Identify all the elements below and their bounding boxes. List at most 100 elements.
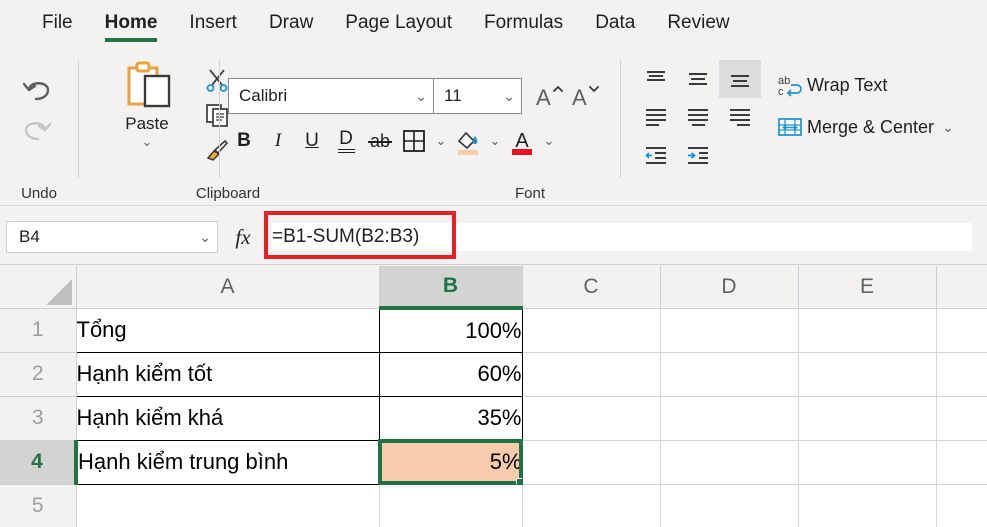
cell-b5[interactable] — [379, 484, 523, 527]
tab-home-label: Home — [104, 12, 158, 33]
fill-color-chevron-down-icon[interactable]: ⌄ — [486, 124, 504, 158]
clipboard-paste-icon — [99, 60, 195, 112]
wrap-text-button[interactable]: ab c Wrap Text — [773, 64, 954, 106]
cell-b4[interactable]: 5% — [378, 439, 523, 485]
cell-a1[interactable]: Tổng — [75, 307, 380, 353]
cell-c5[interactable] — [522, 484, 661, 527]
strikethrough-button[interactable]: ab — [364, 124, 396, 158]
tab-home[interactable]: Home — [89, 0, 174, 42]
row-header-3[interactable]: 3 — [0, 396, 77, 441]
cell-b1[interactable]: 100% — [378, 307, 523, 353]
tab-data[interactable]: Data — [579, 0, 651, 36]
merge-center-button[interactable]: Merge & Center ⌄ — [773, 106, 954, 148]
decrease-indent-button[interactable] — [635, 136, 677, 174]
font-color-button[interactable]: A — [506, 124, 538, 158]
cell-b2[interactable]: 60% — [378, 351, 523, 397]
cell-d2[interactable] — [660, 352, 799, 397]
table-row: 5 — [0, 484, 987, 527]
increase-font-size-button[interactable]: A — [530, 78, 566, 114]
select-all-corner[interactable] — [0, 266, 77, 309]
tab-draw-label: Draw — [268, 12, 314, 33]
fill-color-button[interactable] — [452, 124, 484, 158]
paste-chevron-down-icon[interactable]: ⌄ — [99, 135, 195, 148]
tab-page-layout-label: Page Layout — [345, 12, 452, 33]
cell-e3[interactable] — [798, 396, 937, 441]
cell-f5[interactable] — [936, 484, 987, 527]
row-header-2[interactable]: 2 — [0, 352, 77, 397]
cell-f3[interactable] — [936, 396, 987, 441]
font-size-input[interactable]: 11 ⌄ — [434, 78, 522, 114]
align-center-button[interactable] — [677, 98, 719, 136]
align-middle-icon — [684, 68, 712, 90]
increase-indent-button[interactable] — [677, 136, 719, 174]
borders-chevron-down-icon[interactable]: ⌄ — [432, 124, 450, 158]
cell-e5[interactable] — [798, 484, 937, 527]
cell-f1[interactable] — [936, 308, 987, 353]
bold-button[interactable]: B — [228, 124, 260, 158]
column-header-e[interactable]: E — [798, 266, 937, 309]
tab-review[interactable]: Review — [651, 0, 745, 36]
cell-e4[interactable] — [798, 440, 937, 485]
fill-handle[interactable] — [515, 477, 521, 483]
indent-row — [635, 136, 761, 174]
cell-d4[interactable] — [660, 440, 799, 485]
merge-center-chevron-down-icon[interactable]: ⌄ — [942, 119, 954, 136]
double-underline-rule — [337, 149, 355, 153]
name-box[interactable]: B4 ⌄ — [6, 221, 218, 253]
row-header-4[interactable]: 4 — [0, 440, 78, 485]
column-header-b[interactable]: B — [379, 266, 523, 310]
tab-insert[interactable]: Insert — [173, 0, 253, 36]
alignment-text-buttons: ab c Wrap Text Merge & Center ⌄ — [773, 64, 954, 148]
formula-input[interactable]: =B1-SUM(B2:B3) — [272, 223, 972, 251]
align-left-button[interactable] — [635, 98, 677, 136]
row-header-5[interactable]: 5 — [0, 484, 77, 527]
underline-button[interactable]: U — [296, 124, 328, 158]
column-header-c[interactable]: C — [522, 266, 661, 309]
row-header-1[interactable]: 1 — [0, 308, 77, 353]
tab-formulas[interactable]: Formulas — [468, 0, 579, 36]
font-name-input[interactable]: Calibri ⌄ — [228, 78, 434, 114]
cell-f2[interactable] — [936, 352, 987, 397]
redo-arrow-icon[interactable] — [20, 114, 54, 144]
cell-c1[interactable] — [522, 308, 661, 353]
align-right-button[interactable] — [719, 98, 761, 136]
cell-c2[interactable] — [522, 352, 661, 397]
align-bottom-button[interactable] — [719, 60, 761, 98]
tab-file[interactable]: File — [26, 0, 89, 36]
tab-page-layout[interactable]: Page Layout — [329, 0, 468, 36]
column-header-f[interactable] — [936, 266, 987, 309]
cell-b3[interactable]: 35% — [378, 395, 523, 441]
cell-a2[interactable]: Hạnh kiểm tốt — [75, 351, 380, 397]
paste-button[interactable]: Paste ⌄ — [99, 60, 195, 148]
align-top-button[interactable] — [635, 60, 677, 98]
column-header-a[interactable]: A — [76, 266, 380, 309]
font-size-chevron-down-icon[interactable]: ⌄ — [497, 88, 515, 105]
cell-a5[interactable] — [76, 484, 380, 527]
cell-e1[interactable] — [798, 308, 937, 353]
cell-d5[interactable] — [660, 484, 799, 527]
insert-function-button[interactable]: fx — [224, 221, 262, 253]
tab-draw[interactable]: Draw — [253, 0, 329, 36]
cell-c4[interactable] — [522, 440, 661, 485]
align-top-icon — [642, 68, 670, 90]
name-box-chevron-down-icon[interactable]: ⌄ — [199, 229, 211, 246]
merge-center-icon — [773, 114, 807, 140]
double-underline-label: D — [339, 128, 353, 149]
align-middle-button[interactable] — [677, 60, 719, 98]
italic-button[interactable]: I — [262, 124, 294, 158]
undo-arrow-icon[interactable] — [20, 74, 54, 104]
decrease-font-size-button[interactable]: A — [566, 78, 602, 114]
borders-button[interactable] — [398, 124, 430, 158]
double-underline-button[interactable]: D — [330, 124, 362, 158]
cell-c3[interactable] — [522, 396, 661, 441]
cell-d3[interactable] — [660, 396, 799, 441]
cell-a4[interactable]: Hạnh kiểm trung bình — [75, 439, 380, 485]
cell-f4[interactable] — [936, 440, 987, 485]
cell-e2[interactable] — [798, 352, 937, 397]
font-name-chevron-down-icon[interactable]: ⌄ — [409, 88, 427, 105]
column-header-d[interactable]: D — [660, 266, 799, 309]
fill-color-swatch — [458, 150, 478, 155]
font-color-chevron-down-icon[interactable]: ⌄ — [540, 124, 558, 158]
cell-a3[interactable]: Hạnh kiểm khá — [75, 395, 380, 441]
cell-d1[interactable] — [660, 308, 799, 353]
